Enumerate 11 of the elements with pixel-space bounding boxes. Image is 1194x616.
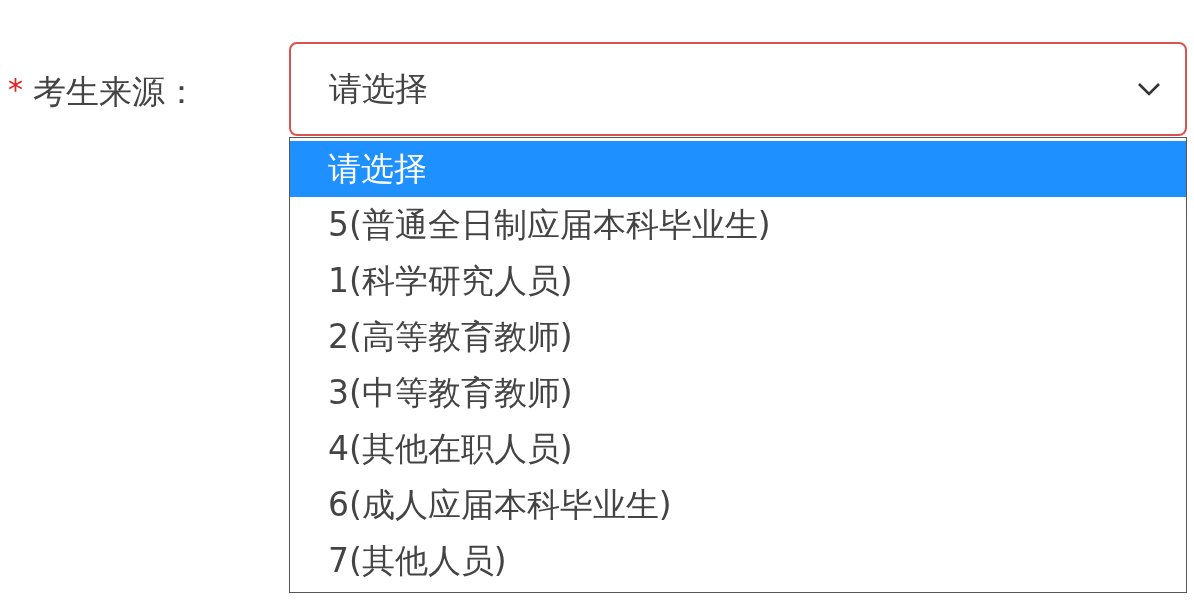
dropdown-option[interactable]: 3(中等教育教师) bbox=[290, 365, 1186, 421]
dropdown-option[interactable]: 1(科学研究人员) bbox=[290, 253, 1186, 309]
select-field[interactable]: 请选择 bbox=[289, 42, 1187, 136]
dropdown-option[interactable]: 5(普通全日制应届本科毕业生) bbox=[290, 197, 1186, 253]
dropdown-option[interactable]: 4(其他在职人员) bbox=[290, 421, 1186, 477]
dropdown-option[interactable]: 7(其他人员) bbox=[290, 533, 1186, 589]
required-mark: * bbox=[8, 72, 23, 108]
dropdown-option[interactable]: 2(高等教育教师) bbox=[290, 309, 1186, 365]
field-label: 考生来源： bbox=[33, 72, 198, 112]
chevron-down-icon bbox=[1137, 82, 1161, 96]
dropdown-option[interactable]: 6(成人应届本科毕业生) bbox=[290, 477, 1186, 533]
